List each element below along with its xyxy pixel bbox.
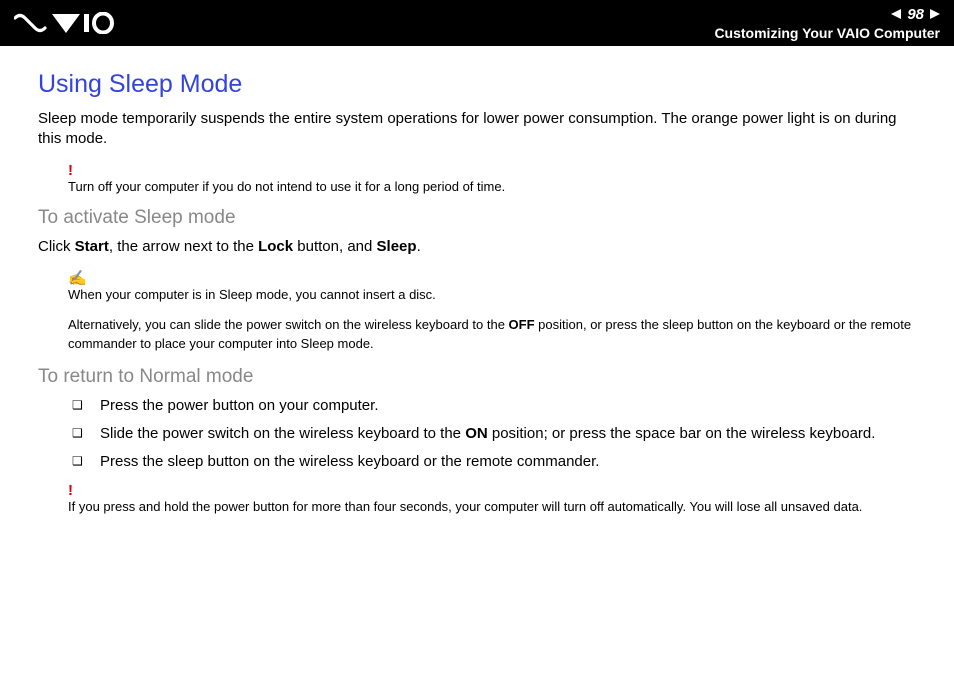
text-fragment: position; or press the space bar on the … bbox=[488, 425, 876, 442]
page-nav: 98 bbox=[891, 6, 940, 23]
lock-label: Lock bbox=[258, 238, 293, 255]
prev-page-arrow-icon[interactable] bbox=[891, 9, 901, 19]
header-right: 98 Customizing Your VAIO Computer bbox=[714, 6, 940, 41]
warning-text-2: If you press and hold the power button f… bbox=[68, 499, 862, 514]
list-item: Press the power button on your computer. bbox=[48, 396, 924, 416]
list-item: Slide the power switch on the wireless k… bbox=[48, 424, 924, 444]
text-fragment: Click bbox=[38, 238, 75, 255]
page-content: Using Sleep Mode Sleep mode temporarily … bbox=[0, 46, 954, 548]
page-header: 98 Customizing Your VAIO Computer bbox=[0, 0, 954, 46]
section-title: Customizing Your VAIO Computer bbox=[714, 25, 940, 41]
warning-icon: ! bbox=[68, 482, 924, 499]
start-label: Start bbox=[75, 238, 109, 255]
activate-instruction: Click Start, the arrow next to the Lock … bbox=[38, 237, 924, 257]
note-icon: ✍ bbox=[68, 269, 924, 287]
next-page-arrow-icon[interactable] bbox=[930, 9, 940, 19]
sleep-label: Sleep bbox=[377, 238, 417, 255]
warning-text: Turn off your computer if you do not int… bbox=[68, 179, 505, 194]
warning-callout: ! Turn off your computer if you do not i… bbox=[68, 162, 924, 196]
warning-callout-2: ! If you press and hold the power button… bbox=[68, 482, 924, 516]
off-label: OFF bbox=[509, 317, 535, 332]
note-callout: ✍ When your computer is in Sleep mode, y… bbox=[68, 269, 924, 304]
main-heading: Using Sleep Mode bbox=[38, 70, 924, 99]
text-fragment: button, and bbox=[293, 238, 376, 255]
vaio-logo bbox=[14, 12, 114, 34]
return-heading: To return to Normal mode bbox=[38, 366, 924, 388]
text-fragment: , the arrow next to the bbox=[109, 238, 258, 255]
on-label: ON bbox=[465, 425, 488, 442]
note-text: When your computer is in Sleep mode, you… bbox=[68, 287, 436, 302]
text-fragment: Alternatively, you can slide the power s… bbox=[68, 317, 509, 332]
activate-heading: To activate Sleep mode bbox=[38, 207, 924, 229]
return-bullet-list: Press the power button on your computer.… bbox=[48, 396, 924, 473]
text-fragment: . bbox=[417, 238, 421, 255]
text-fragment: Slide the power switch on the wireless k… bbox=[100, 425, 465, 442]
intro-paragraph: Sleep mode temporarily suspends the enti… bbox=[38, 109, 924, 150]
list-item: Press the sleep button on the wireless k… bbox=[48, 452, 924, 472]
warning-icon: ! bbox=[68, 162, 924, 179]
alternative-instruction: Alternatively, you can slide the power s… bbox=[68, 316, 924, 354]
page-number: 98 bbox=[907, 6, 924, 23]
